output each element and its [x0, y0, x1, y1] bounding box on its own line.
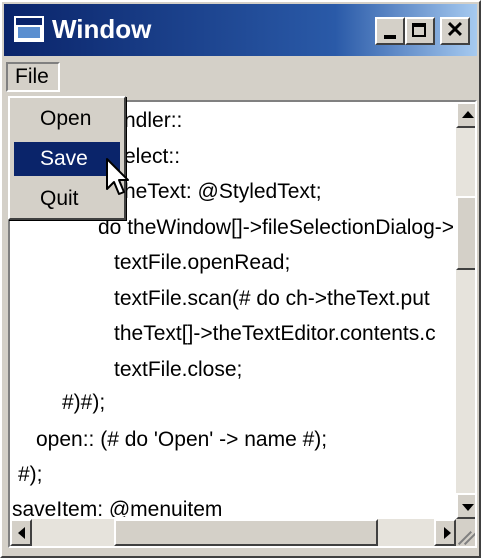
menu-item-open[interactable]: Open	[14, 102, 120, 136]
menu-file[interactable]: File	[6, 62, 60, 92]
code-line: do theWindow[]->fileSelectionDialog->	[98, 216, 455, 239]
close-button[interactable]: ✕	[440, 17, 470, 45]
code-line: heText: @StyledText;	[124, 180, 322, 203]
scroll-right-icon	[444, 527, 451, 539]
title-bar[interactable]: Window ✕	[4, 4, 477, 56]
code-line: textFile.openRead;	[114, 251, 291, 274]
resize-grip-icon[interactable]	[456, 519, 475, 546]
code-line: saveItem: @menuitem	[12, 498, 223, 517]
close-icon: ✕	[445, 17, 465, 42]
window-title: Window	[52, 14, 152, 44]
horizontal-scrollbar[interactable]	[10, 519, 456, 546]
scroll-left-icon	[18, 527, 25, 539]
window-app-icon	[14, 16, 44, 42]
code-line: #)#);	[62, 391, 106, 414]
vertical-scroll-thumb[interactable]	[456, 196, 475, 270]
code-line: #);	[18, 463, 43, 486]
mouse-pointer-icon	[106, 158, 129, 195]
scroll-up-button[interactable]	[456, 102, 475, 128]
application-window: Window ✕ File ndler:: elect:: heText: @S…	[0, 0, 481, 558]
code-line: textFile.scan(# do ch->theText.put	[114, 287, 430, 310]
scroll-down-button[interactable]	[456, 493, 475, 519]
scroll-down-icon	[462, 504, 474, 511]
code-line: ndler::	[124, 109, 183, 132]
scroll-up-icon	[462, 111, 474, 118]
code-line: theText[]->theTextEditor.contents.c	[114, 322, 436, 345]
code-line: open:: (# do 'Open' -> name #);	[36, 428, 328, 451]
scroll-right-button[interactable]	[434, 519, 456, 546]
minimize-icon	[384, 35, 396, 39]
minimize-button[interactable]	[375, 17, 405, 45]
scroll-left-button[interactable]	[10, 519, 32, 546]
vertical-scrollbar[interactable]	[456, 102, 475, 519]
maximize-icon	[412, 23, 426, 37]
maximize-button[interactable]	[405, 17, 435, 45]
menu-bar: File	[4, 60, 477, 94]
code-line: textFile.close;	[114, 358, 243, 381]
horizontal-scroll-thumb[interactable]	[114, 519, 378, 546]
code-line: elect::	[124, 145, 181, 168]
